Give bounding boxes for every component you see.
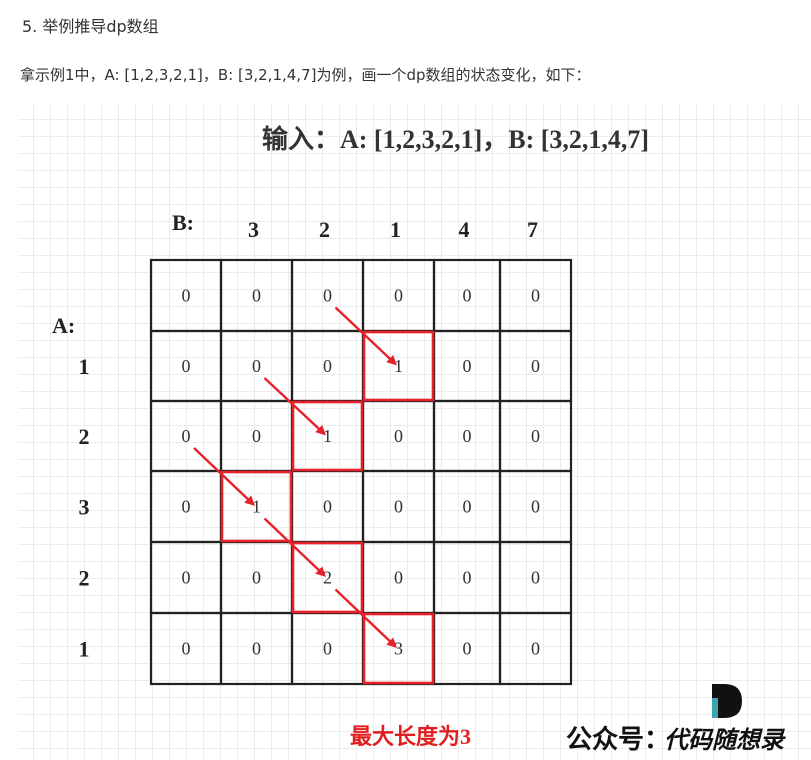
b-value-label: 4 (459, 217, 470, 242)
dp-cell-value: 0 (531, 639, 540, 659)
dp-cell-value: 1 (252, 497, 261, 517)
b-axis-label: B: (172, 210, 194, 235)
dp-cell-value: 0 (182, 497, 191, 517)
dp-cell-value: 0 (463, 639, 472, 659)
dp-cell-value: 0 (531, 286, 540, 306)
dp-cell-value: 0 (182, 286, 191, 306)
dp-cell-value: 0 (463, 568, 472, 588)
dp-cell-value: 0 (531, 356, 540, 376)
dp-cell-value: 0 (531, 497, 540, 517)
dp-cell-value: 0 (252, 426, 261, 446)
dp-figure: 输入：A: [1,2,3,2,1]，B: [3,2,1,4,7] B: A: 3… (18, 104, 811, 760)
dp-cell-value: 0 (394, 497, 403, 517)
transition-arrow (334, 588, 397, 648)
dp-cell-value: 0 (182, 639, 191, 659)
dp-cell-value: 0 (252, 356, 261, 376)
dp-cell-value: 3 (394, 639, 403, 659)
dp-cell-value: 2 (323, 568, 332, 588)
transition-arrow (193, 447, 255, 506)
dp-cell-value: 0 (463, 426, 472, 446)
dp-cell-value: 0 (463, 286, 472, 306)
b-value-label: 7 (527, 217, 538, 242)
a-axis-label: A: (52, 313, 75, 338)
transition-arrow (263, 517, 326, 577)
dp-cell-value: 0 (182, 568, 191, 588)
a-value-label: 1 (79, 354, 90, 379)
dp-cell-value: 0 (182, 356, 191, 376)
dp-cell-value: 0 (252, 568, 261, 588)
a-value-label: 2 (79, 424, 90, 449)
dp-cell-value: 0 (323, 286, 332, 306)
b-value-label: 1 (390, 217, 401, 242)
b-value-label: 2 (319, 217, 330, 242)
dp-diagram-svg: 输入：A: [1,2,3,2,1]，B: [3,2,1,4,7] B: A: 3… (52, 124, 786, 755)
a-value-label: 1 (79, 637, 90, 662)
a-value-label: 2 (79, 566, 90, 591)
intro-text: 拿示例1中，A: [1,2,3,2,1]，B: [3,2,1,4,7]为例，画一… (20, 66, 591, 84)
dp-cell-value: 0 (252, 286, 261, 306)
dp-cell-value: 0 (531, 568, 540, 588)
dp-cell-value: 0 (252, 639, 261, 659)
transition-arrow (334, 306, 397, 366)
a-value-label: 3 (79, 495, 90, 520)
dp-cell-value: 0 (463, 497, 472, 517)
dp-cell-value: 0 (531, 426, 540, 446)
dp-cell-value: 0 (323, 639, 332, 659)
figure-title: 输入：A: [1,2,3,2,1]，B: [3,2,1,4,7] (262, 124, 649, 154)
dp-cell-value: 1 (323, 426, 332, 446)
result-text: 最大长度为3 (350, 724, 471, 749)
brand-prefix: 公众号： (566, 725, 670, 755)
dp-cell-value: 1 (394, 356, 403, 376)
b-value-label: 3 (248, 217, 259, 242)
dp-cell-value: 0 (394, 286, 403, 306)
transition-arrow (263, 377, 326, 436)
dp-cell-value: 0 (394, 426, 403, 446)
dp-cell-value: 0 (394, 568, 403, 588)
dp-cell-value: 0 (182, 426, 191, 446)
dp-cell-value: 0 (323, 497, 332, 517)
dp-cell-value: 0 (323, 356, 332, 376)
logo-icon (712, 684, 742, 718)
dp-cell-value: 0 (463, 356, 472, 376)
section-heading: 5. 举例推导dp数组 (22, 17, 159, 36)
brand-name: 代码随想录 (664, 727, 786, 754)
